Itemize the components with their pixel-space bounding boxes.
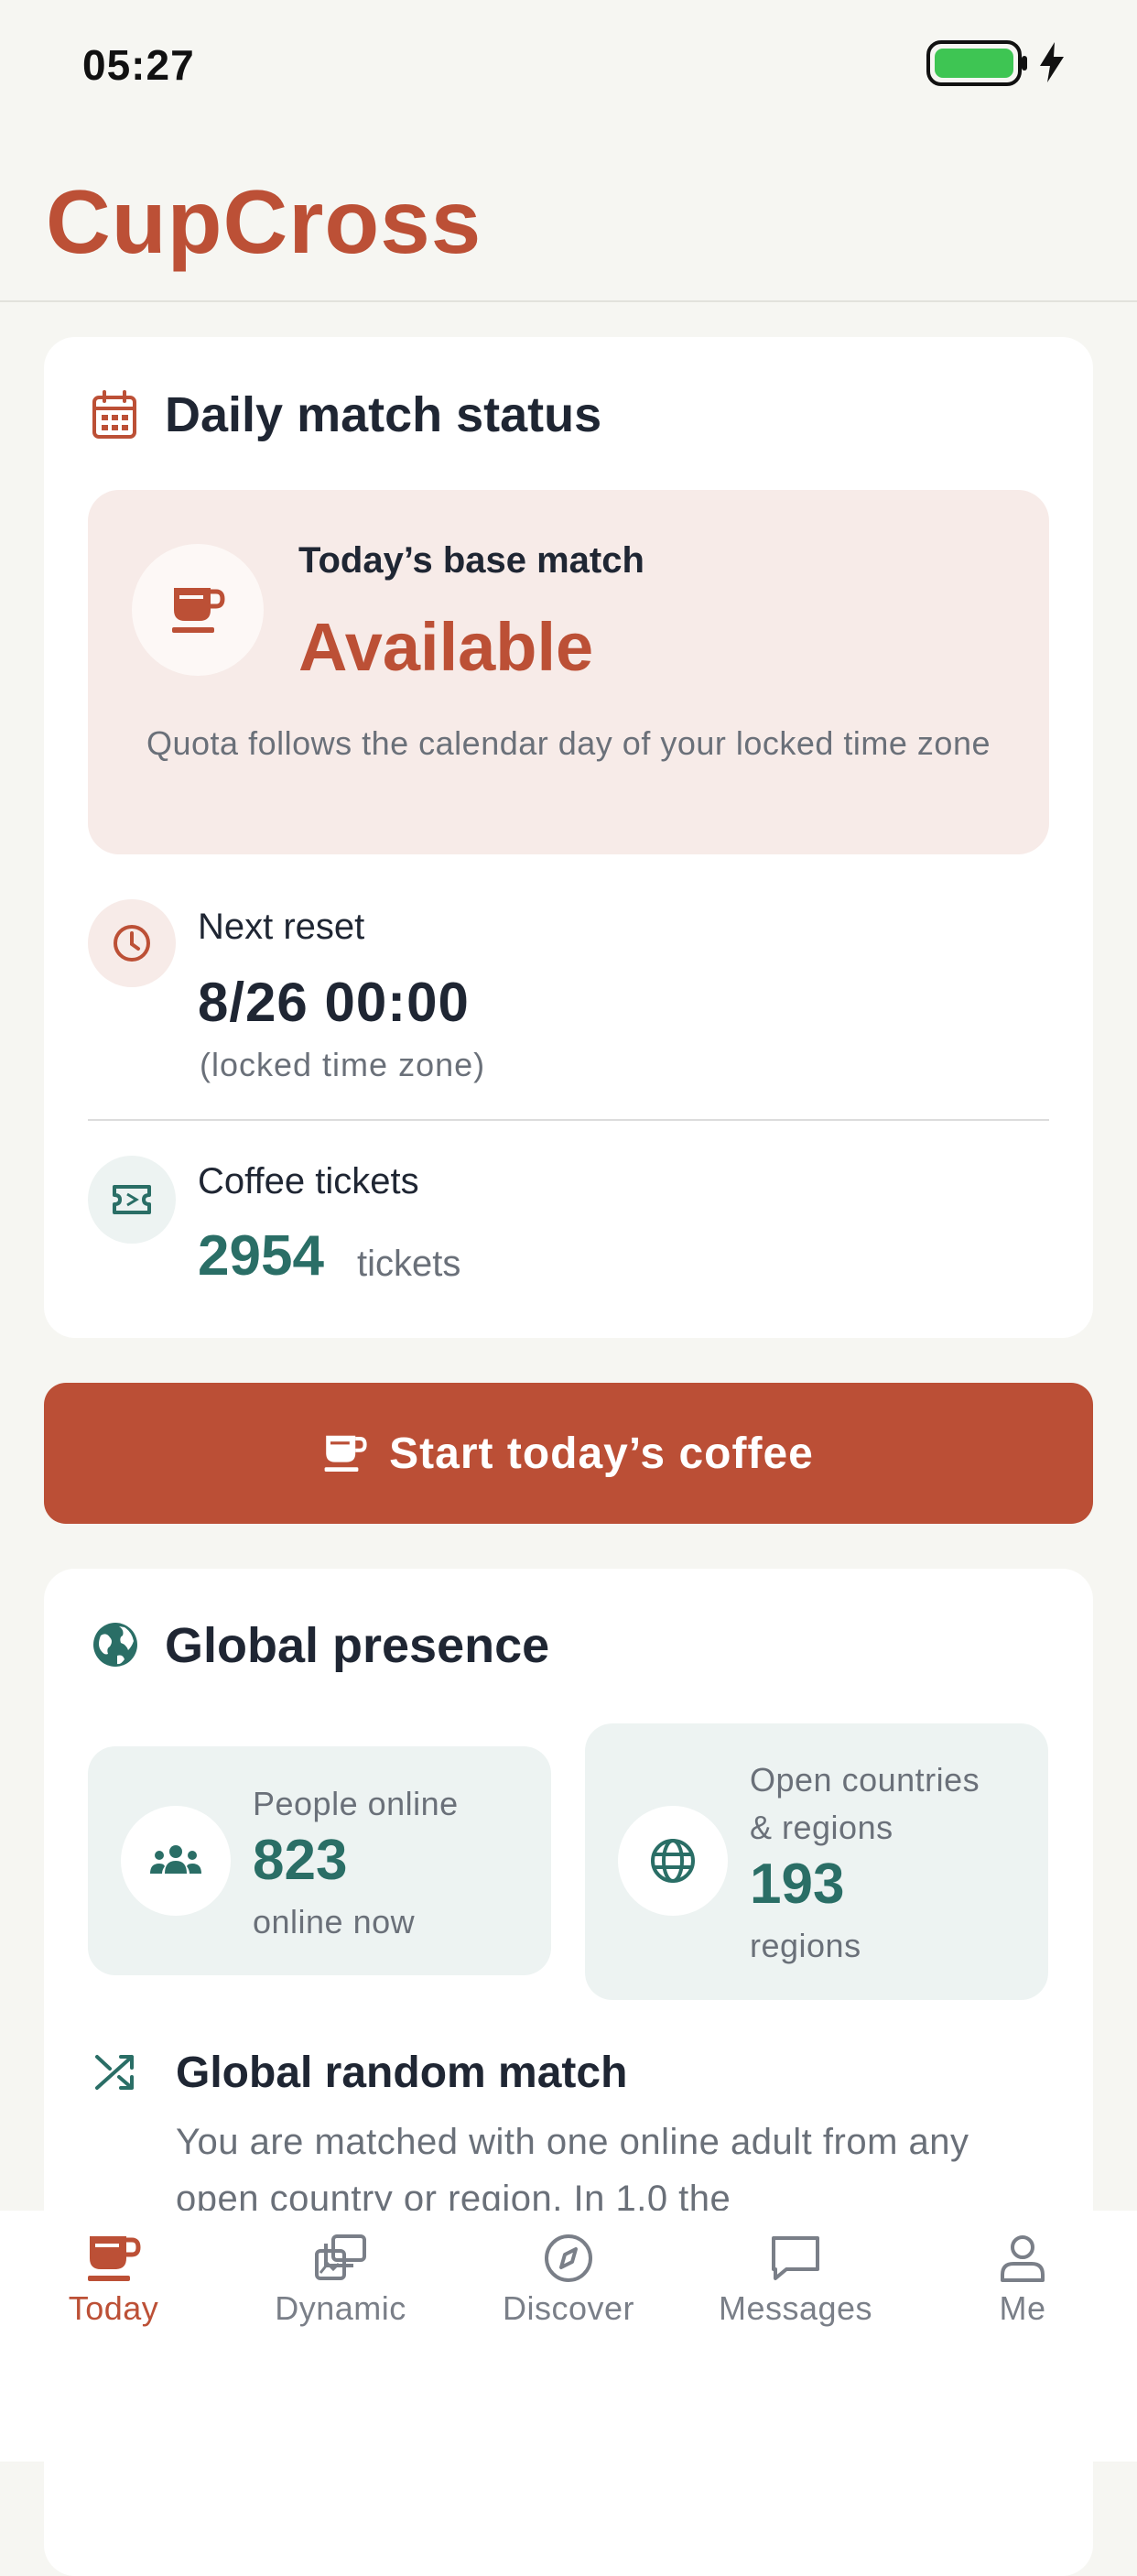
charging-bolt-icon: [1038, 42, 1066, 82]
tab-dynamic-label: Dynamic: [275, 2289, 406, 2327]
person-icon: [995, 2233, 1050, 2284]
cup-icon: [323, 1432, 367, 1474]
random-match-title: Global random match: [176, 2049, 628, 2097]
cup-icon: [86, 2233, 141, 2284]
status-time: 05:27: [82, 41, 195, 89]
clock-icon: [88, 899, 176, 987]
tab-today-label: Today: [68, 2289, 159, 2327]
chat-bubble-icon: [768, 2233, 823, 2284]
people-online-sub: online now: [253, 1903, 416, 1940]
open-regions-label-line1: Open countries: [750, 1761, 980, 1799]
globe-outline-icon: [618, 1806, 728, 1916]
shuffle-icon: [93, 2051, 137, 2093]
next-reset-value: 8/26 00:00: [198, 972, 470, 1033]
people-online-label: People online: [253, 1785, 459, 1822]
tab-dynamic[interactable]: Dynamic: [249, 2233, 432, 2328]
open-regions-label-line2: & regions: [750, 1809, 893, 1846]
daily-status-title: Daily match status: [165, 387, 602, 442]
battery-icon: [926, 40, 1029, 88]
globe-filled-icon: [92, 1621, 139, 1668]
coffee-tickets-unit: tickets: [357, 1244, 461, 1284]
compass-icon: [541, 2233, 596, 2284]
tab-discover[interactable]: Discover: [477, 2233, 660, 2328]
calendar-icon: [92, 390, 137, 440]
header-divider: [0, 300, 1137, 302]
tab-me[interactable]: Me: [931, 2233, 1114, 2328]
cards-stack-icon: [313, 2233, 368, 2284]
open-regions-sub: regions: [750, 1927, 861, 1964]
base-match-cup-icon: [132, 544, 264, 676]
tab-discover-label: Discover: [502, 2289, 635, 2327]
coffee-tickets-count: 2954: [198, 1224, 324, 1288]
start-coffee-button[interactable]: Start today’s coffee: [44, 1383, 1093, 1524]
next-reset-label: Next reset: [198, 907, 365, 947]
base-match-note: Quota follows the calendar day of your l…: [146, 724, 991, 762]
start-coffee-label: Start today’s coffee: [389, 1429, 814, 1478]
app-title: CupCross: [46, 171, 482, 272]
coffee-tickets-label: Coffee tickets: [198, 1161, 419, 1201]
ticket-icon: [88, 1156, 176, 1244]
tab-messages[interactable]: Messages: [704, 2233, 887, 2328]
base-match-label: Today’s base match: [298, 540, 644, 581]
tab-messages-label: Messages: [718, 2289, 873, 2327]
people-group-icon: [121, 1806, 231, 1916]
global-presence-title: Global presence: [165, 1618, 550, 1673]
open-regions-value: 193: [750, 1853, 845, 1916]
base-match-value: Available: [298, 609, 594, 685]
next-reset-note: (locked time zone): [200, 1046, 486, 1083]
people-online-value: 823: [253, 1829, 348, 1892]
row-divider: [88, 1119, 1049, 1121]
tab-me-label: Me: [999, 2289, 1046, 2327]
tab-today[interactable]: Today: [22, 2233, 205, 2328]
